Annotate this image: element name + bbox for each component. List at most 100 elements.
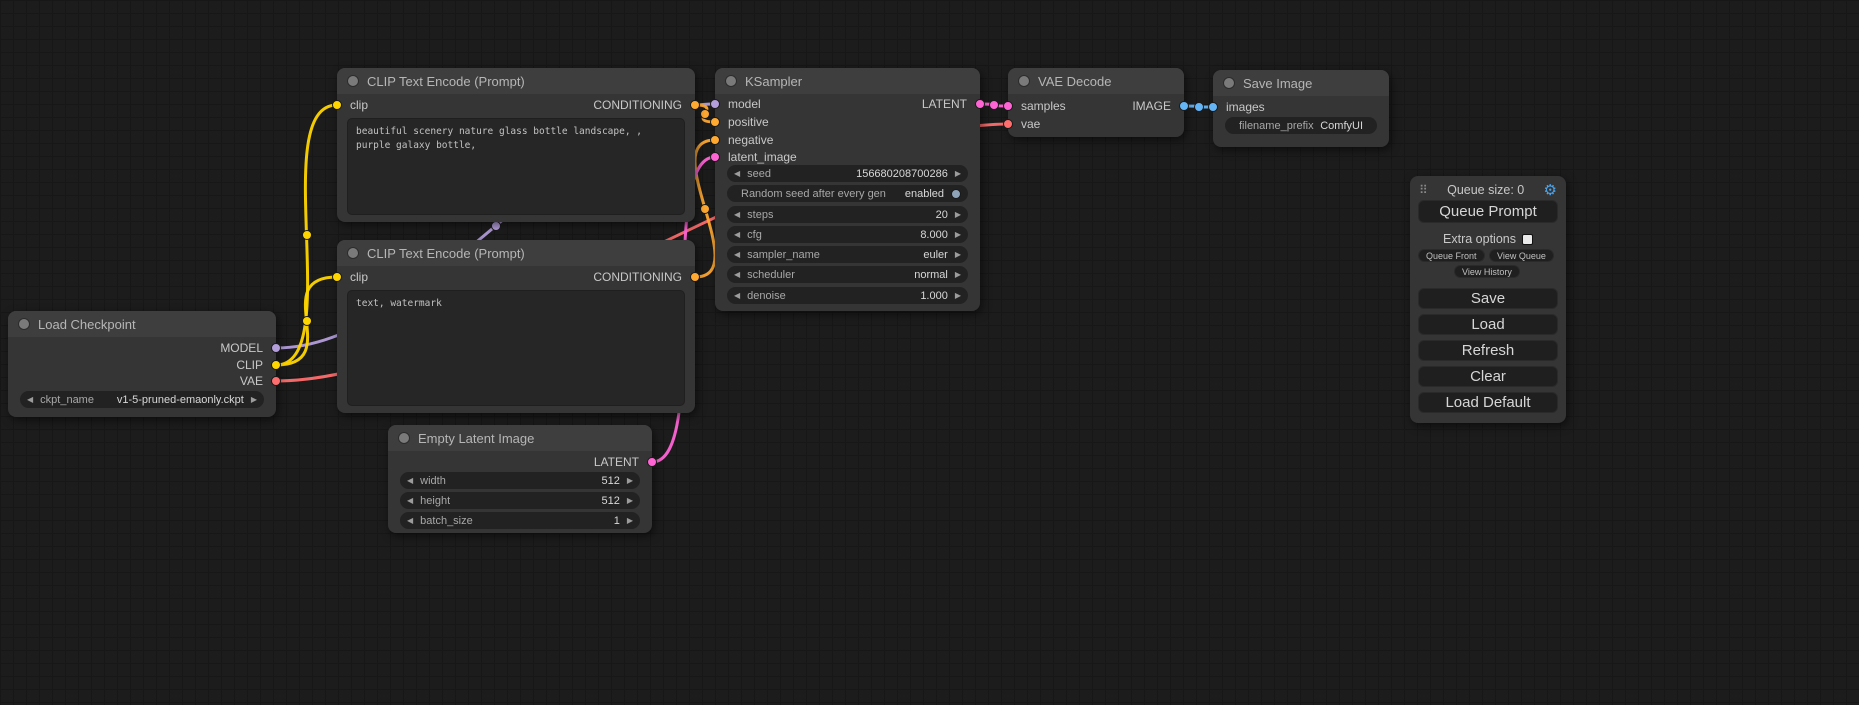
increment-arrow-icon[interactable]: ▶	[251, 391, 257, 408]
sampler-name-widget[interactable]: ◀ sampler_name euler ▶	[727, 246, 968, 263]
conditioning-output-dot[interactable]	[690, 100, 700, 110]
view-queue-button[interactable]: View Queue	[1489, 249, 1554, 262]
increment-arrow-icon[interactable]: ▶	[955, 246, 961, 263]
decrement-arrow-icon[interactable]: ◀	[734, 206, 740, 223]
decrement-arrow-icon[interactable]: ◀	[734, 287, 740, 304]
node-title: Load Checkpoint	[38, 317, 136, 332]
collapse-dot-icon[interactable]	[347, 247, 359, 259]
wire-positive-midpoint-dot	[701, 110, 710, 119]
scheduler-widget[interactable]: ◀ scheduler normal ▶	[727, 266, 968, 283]
increment-arrow-icon[interactable]: ▶	[955, 226, 961, 243]
cfg-widget[interactable]: ◀ cfg 8.000 ▶	[727, 226, 968, 243]
steps-widget[interactable]: ◀ steps 20 ▶	[727, 206, 968, 223]
increment-arrow-icon[interactable]: ▶	[627, 492, 633, 509]
input-slot-images: images	[1213, 99, 1389, 115]
latent-image-input-dot[interactable]	[710, 152, 720, 162]
widget-label: sampler_name	[747, 249, 820, 261]
queue-prompt-button[interactable]: Queue Prompt	[1418, 200, 1558, 223]
seed-widget[interactable]: ◀ seed 156680208700286 ▶	[727, 165, 968, 182]
ckpt-name-widget[interactable]: ◀ ckpt_name v1-5-pruned-emaonly.ckpt ▶	[20, 391, 264, 408]
collapse-dot-icon[interactable]	[1223, 77, 1235, 89]
model-output-dot[interactable]	[271, 343, 281, 353]
output-slot-model: MODEL	[8, 340, 276, 356]
decrement-arrow-icon[interactable]: ◀	[734, 226, 740, 243]
increment-arrow-icon[interactable]: ▶	[627, 472, 633, 489]
negative-prompt-textarea[interactable]: text, watermark	[347, 290, 685, 406]
node-clip-text-encode-positive[interactable]: CLIP Text Encode (Prompt) clip CONDITION…	[337, 68, 695, 222]
clear-button[interactable]: Clear	[1418, 366, 1558, 387]
node-titlebar[interactable]: Load Checkpoint	[8, 311, 276, 337]
slot-label: clip	[350, 97, 368, 113]
slot-label: latent_image	[728, 149, 797, 165]
toggle-knob-icon[interactable]	[951, 189, 961, 199]
positive-input-dot[interactable]	[710, 117, 720, 127]
decrement-arrow-icon[interactable]: ◀	[734, 266, 740, 283]
extra-options-checkbox[interactable]	[1522, 234, 1533, 245]
collapse-dot-icon[interactable]	[347, 75, 359, 87]
save-button[interactable]: Save	[1418, 288, 1558, 309]
decrement-arrow-icon[interactable]: ◀	[734, 246, 740, 263]
node-titlebar[interactable]: Empty Latent Image	[388, 425, 652, 451]
decrement-arrow-icon[interactable]: ◀	[407, 472, 413, 489]
collapse-dot-icon[interactable]	[18, 318, 30, 330]
decrement-arrow-icon[interactable]: ◀	[407, 512, 413, 529]
decrement-arrow-icon[interactable]: ◀	[407, 492, 413, 509]
latent-output-dot[interactable]	[647, 457, 657, 467]
latent-output-dot[interactable]	[975, 99, 985, 109]
widget-value: 156680208700286	[856, 168, 948, 180]
node-vae-decode[interactable]: VAE Decode samples IMAGE vae	[1008, 68, 1184, 137]
filename-prefix-widget[interactable]: filename_prefix ComfyUI	[1225, 117, 1377, 134]
increment-arrow-icon[interactable]: ▶	[955, 266, 961, 283]
node-titlebar[interactable]: Save Image	[1213, 70, 1389, 96]
clip-input-dot[interactable]	[332, 100, 342, 110]
vae-output-dot[interactable]	[271, 376, 281, 386]
settings-gear-icon[interactable]: ⚙	[1544, 183, 1557, 198]
batch-size-widget[interactable]: ◀ batch_size 1 ▶	[400, 512, 640, 529]
load-default-button[interactable]: Load Default	[1418, 392, 1558, 413]
node-empty-latent-image[interactable]: Empty Latent Image LATENT ◀ width 512 ▶ …	[388, 425, 652, 533]
view-history-button[interactable]: View History	[1454, 265, 1520, 278]
positive-prompt-textarea[interactable]: beautiful scenery nature glass bottle la…	[347, 118, 685, 215]
collapse-dot-icon[interactable]	[398, 432, 410, 444]
increment-arrow-icon[interactable]: ▶	[955, 165, 961, 182]
image-output-dot[interactable]	[1179, 101, 1189, 111]
decrement-arrow-icon[interactable]: ◀	[734, 165, 740, 182]
model-input-dot[interactable]	[710, 99, 720, 109]
collapse-dot-icon[interactable]	[1018, 75, 1030, 87]
negative-input-dot[interactable]	[710, 135, 720, 145]
node-clip-text-encode-negative[interactable]: CLIP Text Encode (Prompt) clip CONDITION…	[337, 240, 695, 413]
node-ksampler[interactable]: KSampler model LATENT positive negative …	[715, 68, 980, 311]
slot-label: negative	[728, 132, 773, 148]
denoise-widget[interactable]: ◀ denoise 1.000 ▶	[727, 287, 968, 304]
increment-arrow-icon[interactable]: ▶	[627, 512, 633, 529]
clip-input-dot[interactable]	[332, 272, 342, 282]
slot-label: samples	[1021, 98, 1066, 114]
load-button[interactable]: Load	[1418, 314, 1558, 335]
node-load-checkpoint[interactable]: Load Checkpoint MODEL CLIP VAE ◀ ckpt_na…	[8, 311, 276, 417]
vae-input-dot[interactable]	[1003, 119, 1013, 129]
images-input-dot[interactable]	[1208, 102, 1218, 112]
random-seed-toggle-widget[interactable]: Random seed after every gen enabled	[727, 185, 968, 202]
node-titlebar[interactable]: CLIP Text Encode (Prompt)	[337, 68, 695, 94]
drag-handle-icon[interactable]: ⠿	[1419, 183, 1428, 197]
widget-value: 512	[601, 495, 619, 507]
queue-panel[interactable]: ⠿ Queue size: 0 ⚙ Queue Prompt Extra opt…	[1410, 176, 1566, 423]
conditioning-output-dot[interactable]	[690, 272, 700, 282]
clip-output-dot[interactable]	[271, 360, 281, 370]
input-slot-vae: vae	[1008, 116, 1184, 132]
queue-front-button[interactable]: Queue Front	[1418, 249, 1485, 262]
node-titlebar[interactable]: CLIP Text Encode (Prompt)	[337, 240, 695, 266]
refresh-button[interactable]: Refresh	[1418, 340, 1558, 361]
node-titlebar[interactable]: KSampler	[715, 68, 980, 94]
decrement-arrow-icon[interactable]: ◀	[27, 391, 33, 408]
increment-arrow-icon[interactable]: ▶	[955, 287, 961, 304]
node-graph-canvas[interactable]: Load Checkpoint MODEL CLIP VAE ◀ ckpt_na…	[0, 0, 1859, 705]
slot-label: CLIP	[236, 357, 263, 373]
collapse-dot-icon[interactable]	[725, 75, 737, 87]
samples-input-dot[interactable]	[1003, 101, 1013, 111]
width-widget[interactable]: ◀ width 512 ▶	[400, 472, 640, 489]
increment-arrow-icon[interactable]: ▶	[955, 206, 961, 223]
height-widget[interactable]: ◀ height 512 ▶	[400, 492, 640, 509]
node-titlebar[interactable]: VAE Decode	[1008, 68, 1184, 94]
node-save-image[interactable]: Save Image images filename_prefix ComfyU…	[1213, 70, 1389, 147]
